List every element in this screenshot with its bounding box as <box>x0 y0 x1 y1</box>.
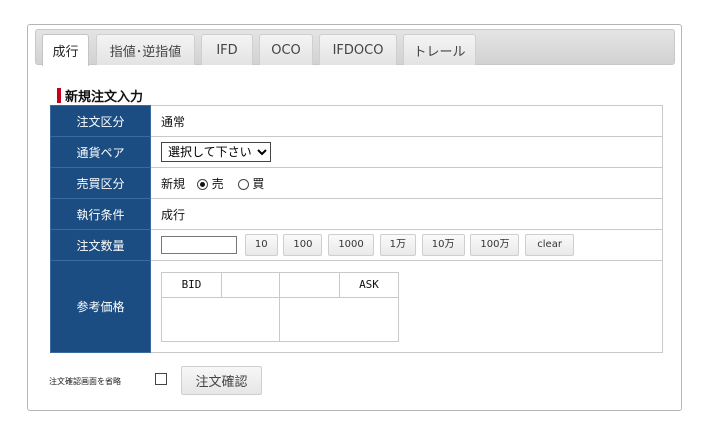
tab-market[interactable]: 成行 <box>42 34 89 66</box>
execution-value: 成行 <box>150 198 663 230</box>
qty-10k-button[interactable]: 1万 <box>379 234 416 256</box>
side-prefix: 新規 <box>161 176 186 191</box>
order-tab-bar: 成行 指値･逆指値 IFD OCO IFDOCO トレール <box>35 29 675 66</box>
qty-clear-button[interactable]: clear <box>525 234 574 256</box>
order-form-table: 注文区分 通常 通貨ペア 選択して下さい 売買区分 新規 売 買 執行条件 成行 <box>50 105 663 353</box>
order-panel: 成行 指値･逆指値 IFD OCO IFDOCO トレール 新規注文入力 注文区… <box>27 24 682 411</box>
row-reference-price: 参考価格 BID ASK <box>50 260 663 353</box>
row-quantity: 注文数量 10 100 1000 1万 10万 100万 clear <box>50 229 663 261</box>
row-execution: 執行条件 成行 <box>50 198 663 230</box>
row-currency-pair: 通貨ペア 選択して下さい <box>50 136 663 168</box>
quantity-label: 注文数量 <box>50 229 151 261</box>
section-title: 新規注文入力 <box>57 86 143 105</box>
skip-confirm-label: 注文確認画面を省略 <box>49 377 121 386</box>
execution-label: 執行条件 <box>50 198 151 230</box>
buy-radio-label: 買 <box>252 176 265 191</box>
qty-1m-button[interactable]: 100万 <box>470 234 520 256</box>
confirm-order-button[interactable]: 注文確認 <box>181 366 262 395</box>
currency-pair-select[interactable]: 選択して下さい <box>161 142 271 162</box>
quantity-input[interactable] <box>161 236 237 254</box>
ask-value <box>279 296 399 342</box>
currency-pair-label: 通貨ペア <box>50 136 151 168</box>
qty-10-button[interactable]: 10 <box>244 234 278 256</box>
row-side: 売買区分 新規 売 買 <box>50 167 663 199</box>
order-type-value: 通常 <box>150 105 663 137</box>
tab-trail[interactable]: トレール <box>403 34 476 65</box>
section-title-text: 新規注文入力 <box>65 90 144 105</box>
tab-ifd[interactable]: IFD <box>201 34 253 65</box>
reference-price-table: BID ASK <box>161 271 399 342</box>
order-type-label: 注文区分 <box>50 105 151 137</box>
qty-1000-button[interactable]: 1000 <box>328 234 374 256</box>
bid-value <box>161 296 280 342</box>
side-label: 売買区分 <box>50 167 151 199</box>
sell-radio[interactable] <box>196 178 208 190</box>
qty-100-button[interactable]: 100 <box>283 234 323 256</box>
reference-price-label: 参考価格 <box>50 260 151 353</box>
tab-limit-stop[interactable]: 指値･逆指値 <box>96 34 195 65</box>
bid-header: BID <box>161 271 222 298</box>
qty-100k-button[interactable]: 10万 <box>421 234 465 256</box>
row-order-type: 注文区分 通常 <box>50 105 663 137</box>
tab-ifdoco[interactable]: IFDOCO <box>319 34 397 65</box>
title-accent-bar <box>57 88 61 103</box>
tab-oco[interactable]: OCO <box>259 34 313 65</box>
sell-radio-label: 売 <box>211 176 224 191</box>
skip-confirm-checkbox[interactable] <box>155 373 167 385</box>
ask-header: ASK <box>339 271 399 298</box>
buy-radio[interactable] <box>237 178 249 190</box>
